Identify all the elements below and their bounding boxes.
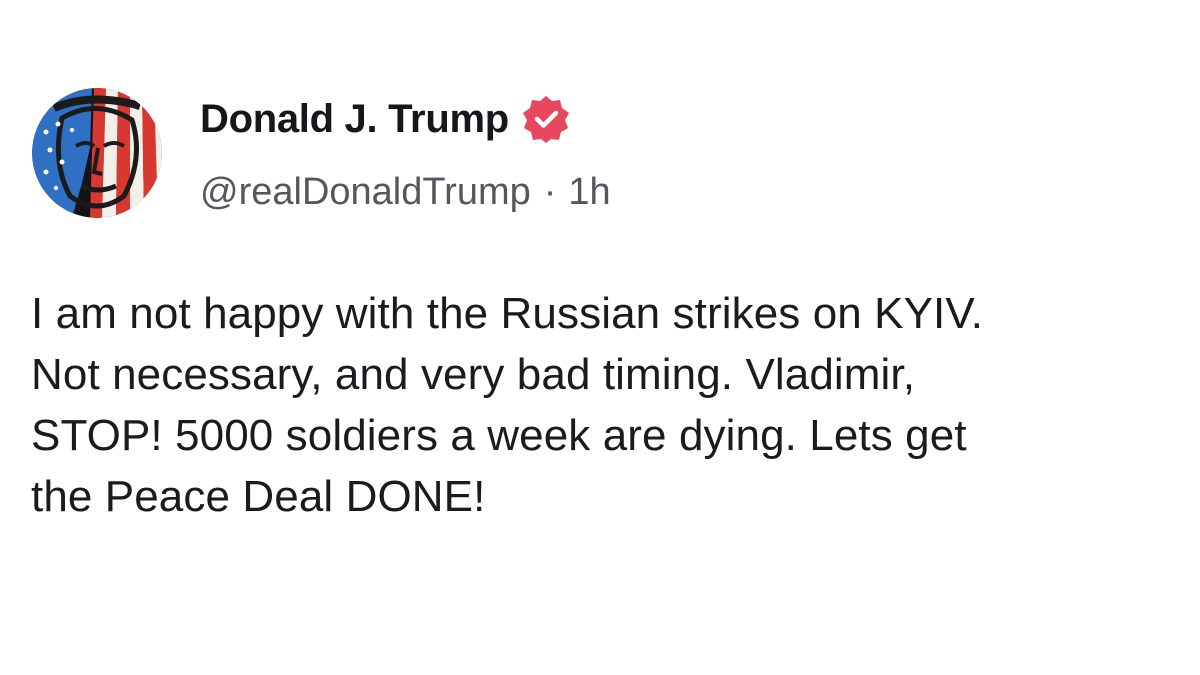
meta-separator: · xyxy=(543,170,557,213)
author-meta: @realDonaldTrump · 1h xyxy=(200,166,611,218)
author-display-name[interactable]: Donald J. Trump xyxy=(200,97,509,142)
author-avatar[interactable] xyxy=(32,88,162,218)
post-timestamp[interactable]: 1h xyxy=(568,171,610,214)
author-handle[interactable]: @realDonaldTrump xyxy=(200,171,531,214)
post-text-line: Not necessary, and very bad timing. Vlad… xyxy=(31,350,916,399)
post-text: I am not happy with the Russian strikes … xyxy=(31,283,1181,527)
author-header: Donald J. Trump xyxy=(200,93,571,145)
post-text-line: the Peace Deal DONE! xyxy=(31,472,486,521)
post-card: Donald J. Trump @realDonaldTrump · 1h I … xyxy=(0,0,1200,675)
flag-portrait-avatar-icon xyxy=(32,88,162,218)
post-text-line: I am not happy with the Russian strikes … xyxy=(31,289,984,338)
verified-badge-icon xyxy=(521,94,571,144)
post-text-line: STOP! 5000 soldiers a week are dying. Le… xyxy=(31,411,967,460)
